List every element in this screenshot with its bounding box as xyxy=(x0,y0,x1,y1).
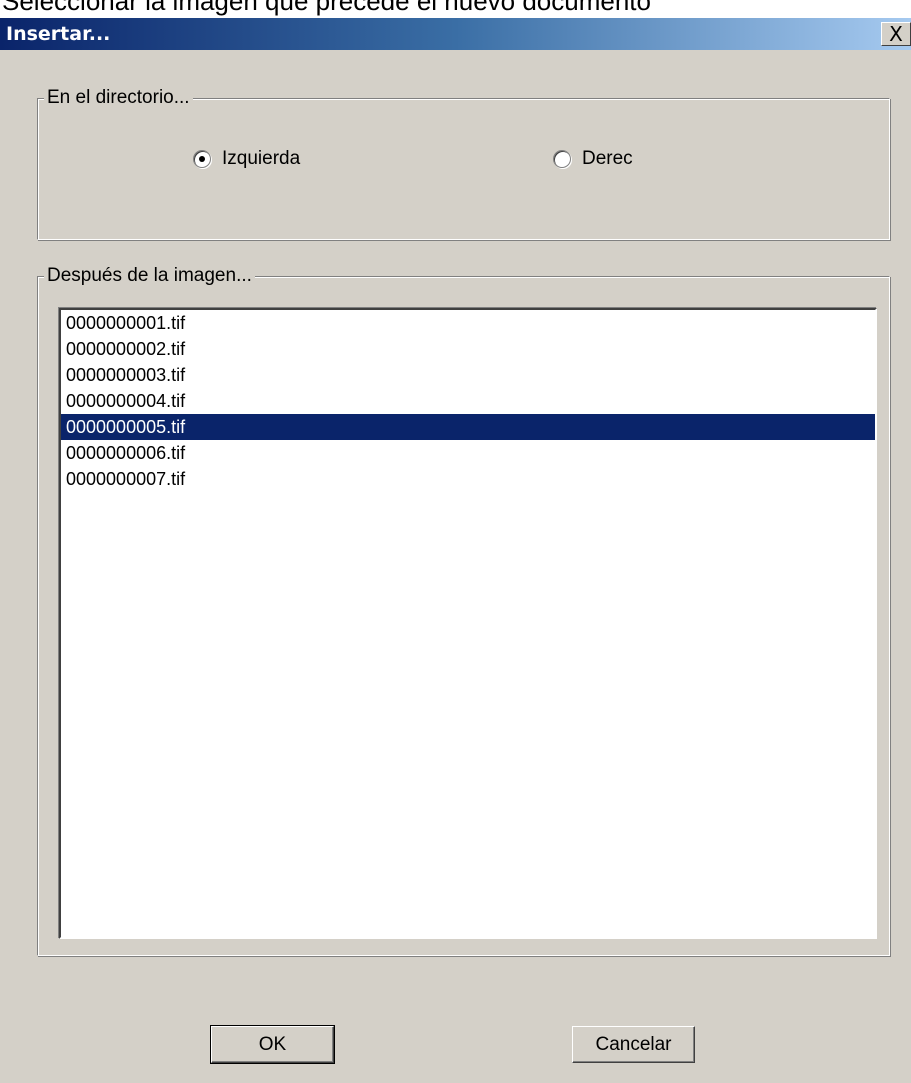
title-bar[interactable]: Insertar... X xyxy=(0,18,911,50)
background-document-text: Seleccionar la imagen que precede el nue… xyxy=(0,0,911,18)
list-item[interactable]: 0000000001.tif xyxy=(61,310,875,336)
list-item[interactable]: 0000000004.tif xyxy=(61,388,875,414)
list-item[interactable]: 0000000002.tif xyxy=(61,336,875,362)
cancel-button[interactable]: Cancelar xyxy=(572,1026,695,1063)
image-listbox[interactable]: 0000000001.tif 0000000002.tif 0000000003… xyxy=(59,308,877,939)
ok-button[interactable]: OK xyxy=(210,1025,335,1064)
close-button[interactable]: X xyxy=(881,22,911,46)
radio-derecha[interactable]: Derec xyxy=(553,148,633,170)
background-text: Seleccionar la imagen que precede el nue… xyxy=(2,0,651,16)
close-icon: X xyxy=(889,22,903,46)
insert-dialog: Insertar... X En el directorio... Izquie… xyxy=(0,18,911,1083)
list-item-selected[interactable]: 0000000005.tif xyxy=(61,414,875,440)
directory-group-frame xyxy=(37,98,890,240)
radio-derecha-label: Derec xyxy=(582,148,633,169)
list-item[interactable]: 0000000007.tif xyxy=(61,466,875,492)
radio-unselected-icon xyxy=(553,150,571,168)
list-item[interactable]: 0000000006.tif xyxy=(61,440,875,466)
radio-izquierda[interactable]: Izquierda xyxy=(193,148,300,170)
ok-button-label: OK xyxy=(258,1034,287,1055)
radio-selected-icon xyxy=(193,150,211,168)
dialog-title: Insertar... xyxy=(6,23,111,45)
directory-group-legend: En el directorio... xyxy=(44,87,193,109)
cancel-button-label: Cancelar xyxy=(595,1034,672,1055)
image-group-legend: Después de la imagen... xyxy=(44,265,255,287)
radio-izquierda-label: Izquierda xyxy=(222,148,301,169)
list-item[interactable]: 0000000003.tif xyxy=(61,362,875,388)
